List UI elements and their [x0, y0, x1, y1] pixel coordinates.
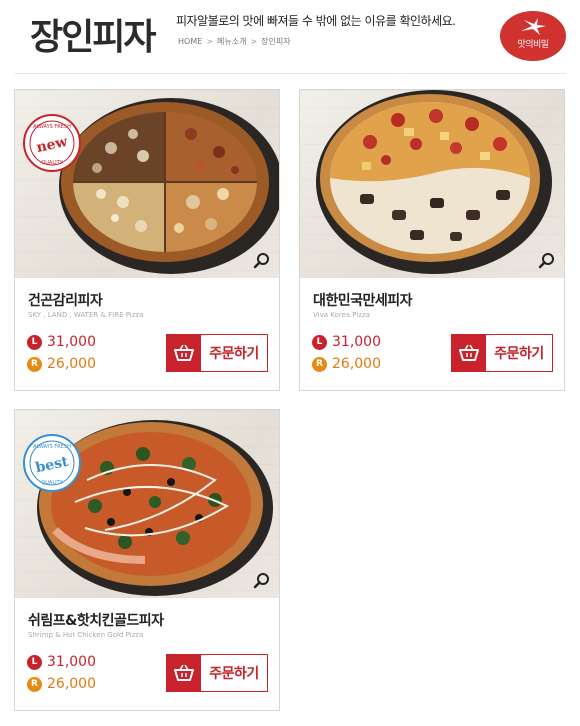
product-name[interactable]: 건곤감리피자: [28, 290, 103, 310]
breadcrumb: HOME > 메뉴소개 > 장인피자: [178, 36, 291, 47]
secret-of-taste-button[interactable]: 맛의비밀: [500, 11, 566, 61]
cart-icon: [452, 335, 486, 371]
order-button-label: 주문하기: [209, 346, 259, 362]
stamp-bottom-text: QUALITY: [41, 160, 63, 166]
product-subtitle: Shrimp & Hot Chicken Gold Pizza: [28, 631, 144, 639]
product-photo[interactable]: [300, 90, 564, 278]
order-button[interactable]: 주문하기: [451, 334, 553, 372]
pizza-image: [316, 90, 552, 274]
product-photo[interactable]: ALWAYS FRESH new QUALITY: [15, 90, 279, 278]
product-info: 쉬림프&핫치킨골드피자 Shrimp & Hot Chicken Gold Pi…: [15, 598, 279, 710]
price-regular: R 26,000: [27, 676, 96, 692]
zoom-icon[interactable]: [253, 252, 271, 270]
breadcrumb-separator-icon: >: [250, 37, 258, 46]
order-button[interactable]: 주문하기: [166, 334, 268, 372]
price-large-value: 31,000: [332, 334, 381, 350]
page-title: 장인피자: [30, 17, 156, 58]
secret-button-label: 맛의비밀: [517, 39, 549, 50]
size-l-badge: L: [27, 654, 42, 670]
cart-icon: [167, 655, 201, 691]
product-name[interactable]: 쉬림프&핫치킨골드피자: [28, 610, 164, 630]
breadcrumb-menu[interactable]: 메뉴소개: [217, 36, 246, 47]
order-button-label: 주문하기: [209, 666, 259, 682]
size-r-badge: R: [312, 356, 327, 372]
best-stamp-icon: ALWAYS FRESH best QUALITY: [23, 434, 81, 492]
breadcrumb-separator-icon: >: [206, 37, 213, 46]
size-r-badge: R: [27, 676, 42, 692]
price-regular: R 26,000: [312, 356, 381, 372]
price-large: L 31,000: [312, 334, 381, 350]
cart-icon: [167, 335, 201, 371]
header-divider: [14, 73, 566, 74]
size-l-badge: L: [27, 334, 42, 350]
zoom-icon[interactable]: [538, 252, 556, 270]
new-stamp-icon: ALWAYS FRESH new QUALITY: [23, 114, 81, 172]
price-regular-value: 26,000: [332, 356, 381, 372]
product-card-viva-korea[interactable]: 대한민국만세피자 Viva Korea Pizza L 31,000 R 26,…: [299, 89, 565, 391]
product-info: 대한민국만세피자 Viva Korea Pizza L 31,000 R 26,…: [300, 278, 564, 390]
size-l-badge: L: [312, 334, 327, 350]
price-large: L 31,000: [27, 334, 96, 350]
page-description: 피자알볼로의 맛에 빠져들 수 밖에 없는 이유를 확인하세요.: [176, 14, 456, 28]
stamp-top-text: ALWAYS FRESH: [33, 124, 71, 130]
price-regular-value: 26,000: [47, 356, 96, 372]
order-button-label: 주문하기: [494, 346, 544, 362]
price-large-value: 31,000: [47, 654, 96, 670]
stamp-top-text: ALWAYS FRESH: [33, 444, 71, 450]
zoom-icon[interactable]: [253, 572, 271, 590]
breadcrumb-home[interactable]: HOME: [178, 37, 202, 46]
breadcrumb-current[interactable]: 장인피자: [261, 36, 290, 47]
product-info: 건곤감리피자 SKY , LAND , WATER & FIRE Pizza L…: [15, 278, 279, 390]
order-button[interactable]: 주문하기: [166, 654, 268, 692]
page-header: 장인피자 피자알볼로의 맛에 빠져들 수 밖에 없는 이유를 확인하세요. HO…: [0, 0, 580, 74]
product-card-geongongamri[interactable]: ALWAYS FRESH new QUALITY 건곤감리피자 SKY , LA…: [14, 89, 280, 391]
product-subtitle: SKY , LAND , WATER & FIRE Pizza: [28, 311, 144, 319]
product-photo[interactable]: ALWAYS FRESH best QUALITY: [15, 410, 279, 598]
price-large: L 31,000: [27, 654, 96, 670]
size-r-badge: R: [27, 356, 42, 372]
product-subtitle: Viva Korea Pizza: [313, 311, 370, 319]
star-burst-icon: [521, 18, 546, 35]
price-large-value: 31,000: [47, 334, 96, 350]
product-card-shrimp-hot-chicken[interactable]: ALWAYS FRESH best QUALITY 쉬림프&핫치킨골드피자 Sh…: [14, 409, 280, 711]
price-regular: R 26,000: [27, 356, 96, 372]
product-name[interactable]: 대한민국만세피자: [313, 290, 413, 310]
stamp-bottom-text: QUALITY: [41, 480, 63, 486]
price-regular-value: 26,000: [47, 676, 96, 692]
